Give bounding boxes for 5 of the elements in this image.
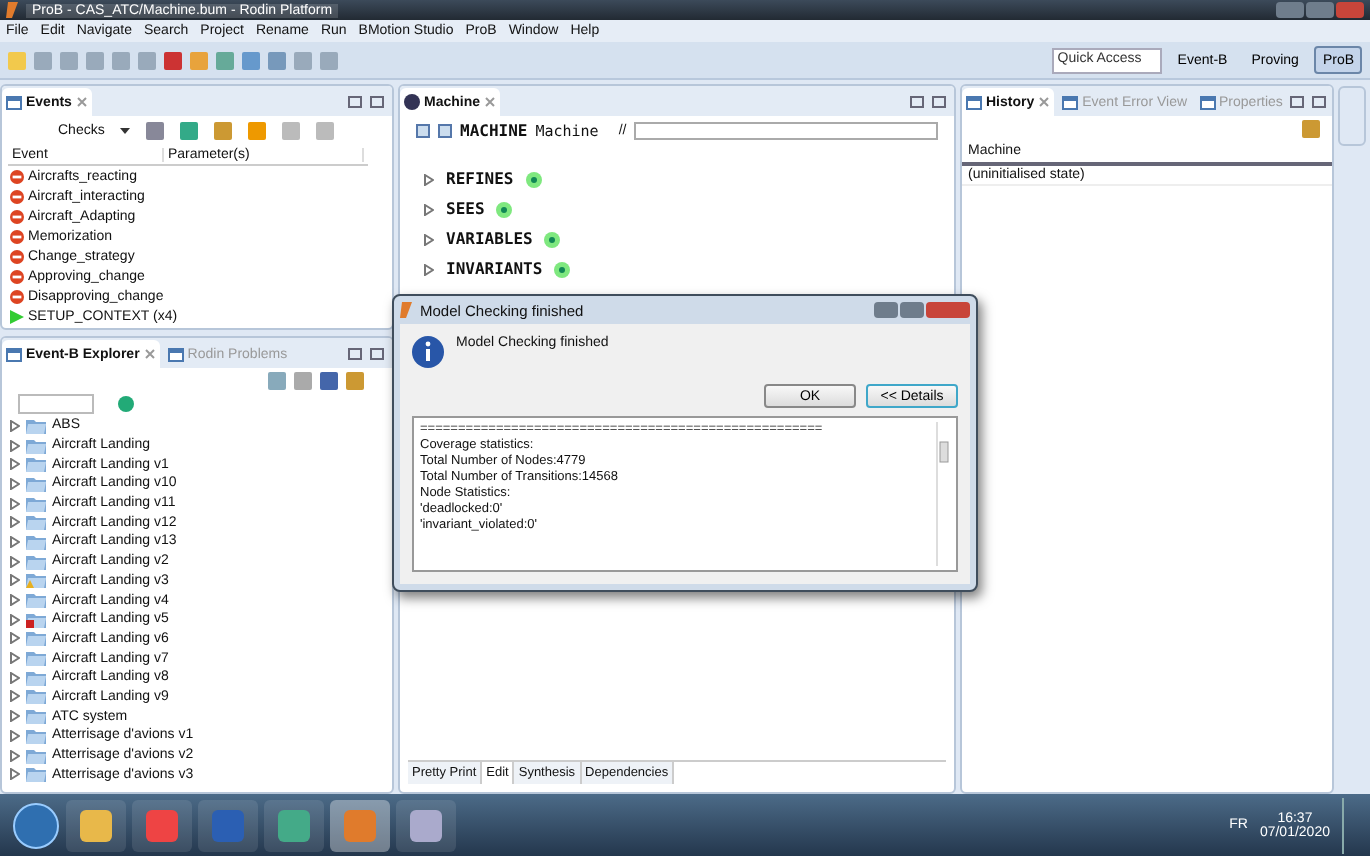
section-keyword: REFINES [446, 170, 514, 188]
machine-keyword: MACHINE [460, 122, 528, 140]
section-keyword: INVARIANTS [446, 260, 543, 278]
section-keyword: VARIABLES [446, 230, 533, 248]
section-keyword: SEES [446, 200, 485, 218]
